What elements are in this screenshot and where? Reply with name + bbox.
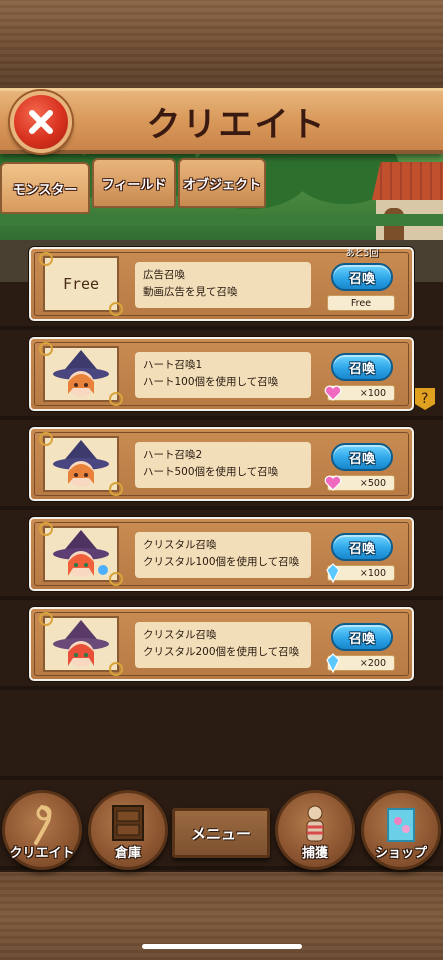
tab-field[interactable]: フィールド <box>92 158 176 208</box>
summon-card-ad: Free 広告召喚 動画広告を見て召喚 あと5回 召喚 Free <box>29 247 414 321</box>
home-indicator[interactable] <box>142 944 302 949</box>
witch-portrait-icon <box>39 342 123 406</box>
svg-text:?: ? <box>421 391 428 407</box>
card-description: ハート召喚1 ハート100個を使用して召喚 <box>135 352 311 398</box>
summon-button-crystal-1[interactable]: 召喚 <box>331 533 393 561</box>
heart-icon <box>322 382 344 404</box>
crystal-icon <box>322 652 344 674</box>
crystal-icon <box>322 562 344 584</box>
cost-value: ×200 <box>359 657 386 669</box>
card-subtitle: ハート100個を使用して召喚 <box>143 376 279 388</box>
tab-object[interactable]: オブジェクト <box>178 158 266 208</box>
close-button[interactable] <box>10 91 72 153</box>
cost-tag: ×200 <box>326 653 395 673</box>
card-description: クリスタル召喚 クリスタル100個を使用して召喚 <box>135 532 311 578</box>
cost-value: ×100 <box>359 387 386 399</box>
card-subtitle: クリスタル200個を使用して召喚 <box>143 646 300 658</box>
wood-frame-top <box>0 0 443 92</box>
card-title: ハート召喚2 <box>143 449 203 461</box>
house-icon <box>372 162 443 240</box>
card-title: クリスタル召喚 <box>143 539 217 551</box>
witch-portrait-icon <box>39 522 123 586</box>
nav-capture-label: 捕獲 <box>301 846 328 861</box>
card-description: 広告召喚 動画広告を見て召喚 <box>135 262 311 308</box>
card-description: クリスタル召喚 クリスタル200個を使用して召喚 <box>135 622 311 668</box>
summon-card-heart-1: ハート召喚1 ハート100個を使用して召喚 召喚 ×100 <box>29 337 414 411</box>
free-label: Free <box>62 275 100 293</box>
cost-tag: Free <box>327 295 395 311</box>
cost-tag: ×500 <box>324 475 395 491</box>
doll-icon <box>306 805 324 842</box>
cost-tag: ×100 <box>326 563 395 583</box>
wand-icon <box>34 805 52 845</box>
cost-tag: ×100 <box>324 385 395 401</box>
summon-button-heart-2[interactable]: 召喚 <box>331 443 393 471</box>
cost-value: Free <box>350 297 372 309</box>
quest-marker-icon: ? <box>412 384 438 416</box>
heart-icon <box>322 472 344 494</box>
summon-card-crystal-2: クリスタル召喚 クリスタル200個を使用して召喚 召喚 ×200 <box>29 607 414 681</box>
witch-portrait-icon <box>39 612 123 676</box>
nav-capture-button[interactable]: 捕獲 <box>275 790 355 870</box>
menu-button[interactable]: メニュー <box>172 808 270 858</box>
cost-value: ×100 <box>359 567 386 579</box>
nav-create-label: クリエイト <box>9 846 75 861</box>
summon-card-crystal-1: クリスタル召喚 クリスタル100個を使用して召喚 召喚 ×100 <box>29 517 414 591</box>
card-subtitle: ハート500個を使用して召喚 <box>143 466 279 478</box>
card-title: 広告召喚 <box>143 269 185 281</box>
close-icon <box>29 110 53 134</box>
summon-button-crystal-2[interactable]: 召喚 <box>331 623 393 651</box>
card-title: ハート召喚1 <box>143 359 203 371</box>
card-portrait: Free <box>39 252 123 316</box>
card-subtitle: クリスタル100個を使用して召喚 <box>143 556 300 568</box>
tab-monster[interactable]: モンスター <box>0 162 90 214</box>
nav-storage-button[interactable]: 倉庫 <box>88 790 168 870</box>
gem-icon <box>387 808 415 842</box>
cabinet-icon <box>112 805 144 841</box>
nav-shop-button[interactable]: ショップ <box>361 790 441 870</box>
nav-storage-label: 倉庫 <box>114 846 141 861</box>
card-title: クリスタル召喚 <box>143 629 217 641</box>
card-description: ハート召喚2 ハート500個を使用して召喚 <box>135 442 311 488</box>
nav-shop-label: ショップ <box>374 846 427 861</box>
summon-button-ad[interactable]: 召喚 <box>331 263 393 291</box>
witch-portrait-icon <box>39 432 123 496</box>
summon-card-heart-2: ハート召喚2 ハート500個を使用して召喚 召喚 ×500 <box>29 427 414 501</box>
card-subtitle: 動画広告を見て召喚 <box>143 286 238 298</box>
cost-value: ×500 <box>359 477 386 489</box>
summon-button-heart-1[interactable]: 召喚 <box>331 353 393 381</box>
remaining-count: あと5回 <box>345 249 379 259</box>
nav-create-button[interactable]: クリエイト <box>2 790 82 870</box>
